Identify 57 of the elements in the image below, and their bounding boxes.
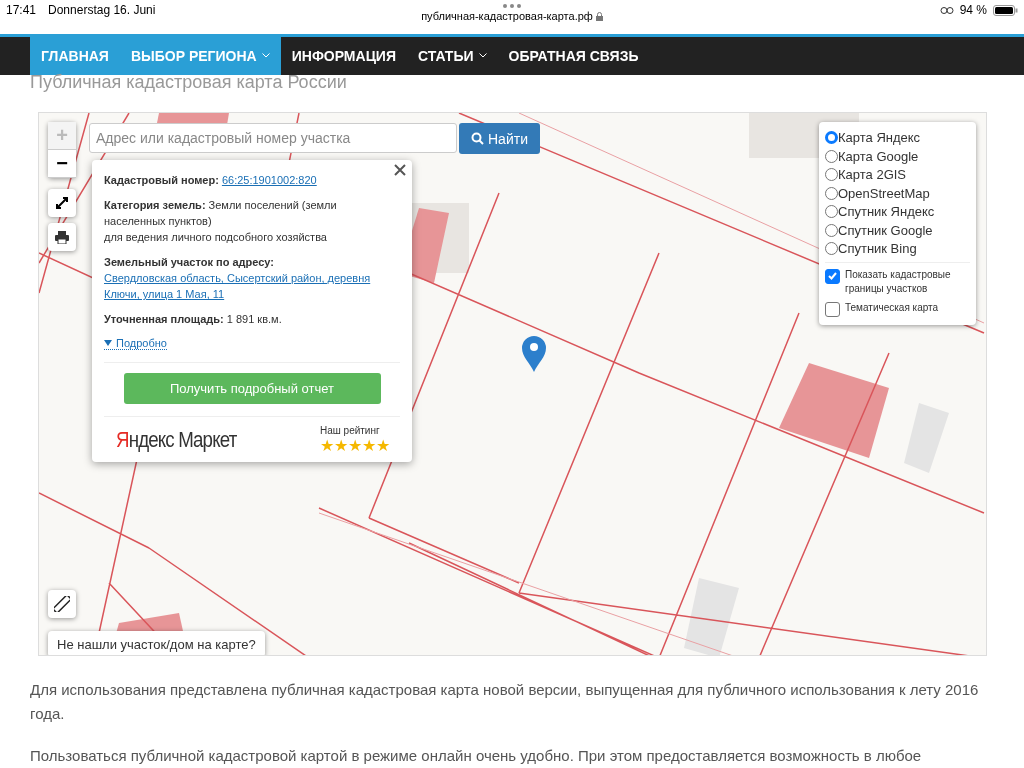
lock-icon: [595, 11, 603, 21]
layer-option[interactable]: Спутник Яндекс: [825, 202, 970, 221]
search-field[interactable]: Адрес или кадастровый номер участка: [89, 123, 457, 154]
layer-option[interactable]: OpenStreetMap: [825, 183, 970, 203]
rating-label: Наш рейтинг: [320, 425, 381, 437]
expand-icon: [55, 196, 69, 211]
field-label: Кадастровый номер:: [104, 174, 219, 187]
star-icon: ★: [348, 438, 362, 455]
more-icon: [503, 4, 521, 8]
layer-option[interactable]: Карта 2GIS: [825, 165, 970, 184]
address-link[interactable]: Свердловская область, Сысертский район, деревня Ключи, улица 1 Мая, 11: [104, 270, 400, 303]
ruler-button[interactable]: [48, 590, 76, 619]
address-bar-url[interactable]: публичная-кадастровая-карта.рф: [421, 10, 593, 22]
printer-icon: [55, 230, 69, 244]
nav-item[interactable]: ИНФОРМАЦИЯ: [280, 36, 407, 75]
checkbox-option[interactable]: Тематическая карта: [825, 300, 970, 317]
info-text: Уточненная площадь: 1 891 кв.м.: [104, 312, 283, 328]
layer-option[interactable]: Карта Google: [825, 146, 970, 166]
close-icon: [394, 164, 406, 177]
find-button[interactable]: Найти: [459, 123, 540, 155]
layer-option[interactable]: Спутник Bing: [825, 239, 970, 258]
layer-option[interactable]: Карта Яндекс: [825, 128, 970, 147]
star-icon: ★: [362, 438, 376, 455]
triangle-icon: [104, 340, 112, 347]
close-button[interactable]: [394, 164, 406, 177]
paragraph: Для использования представлена публичная кадастровая карта новой версии, выпущенная для публичного использования к лету 2016 года.: [30, 680, 980, 724]
map-marker-icon[interactable]: [521, 335, 547, 374]
radio-icon[interactable]: [825, 131, 838, 145]
battery-icon: [993, 4, 1018, 16]
star-icon: ★: [320, 438, 334, 455]
page-title: Публичная кадастровая карта России: [29, 74, 348, 94]
checkbox[interactable]: [825, 268, 840, 284]
paragraph: Пользоваться публичной кадастровой картой в режиме онлайн очень удобно. При этом предоставляется возможность в любое: [30, 746, 923, 766]
ruler-icon: [54, 596, 70, 613]
star-icon: ★: [376, 438, 390, 455]
market-logo: Яндекс Маркет: [116, 426, 237, 453]
nav-item[interactable]: ОБРАТНАЯ СВЯЗЬ: [497, 36, 650, 75]
battery-percent: 94 %: [959, 3, 987, 17]
info-text: Категория земель: Земли поселений (земли населенных пунктов): [104, 198, 338, 230]
star-icon: ★: [334, 438, 348, 455]
search-icon: [471, 132, 484, 146]
fullscreen-button[interactable]: [48, 189, 76, 218]
checkbox[interactable]: [825, 301, 840, 317]
details-link[interactable]: Подробно: [104, 337, 167, 351]
field-label: Земельный участок по адресу:: [104, 256, 274, 269]
layer-option[interactable]: Спутник Google: [825, 220, 970, 240]
info-note: для ведения личного подсобного хозяйства: [104, 230, 328, 246]
checkbox-option[interactable]: Показать кадастровые границы участков: [825, 267, 970, 296]
cadastral-number-link[interactable]: 66:25:1901002:820: [221, 174, 317, 187]
checkmark-icon: [828, 272, 837, 281]
status-time: 17:41: [6, 3, 37, 17]
zoom-out-button[interactable]: −: [48, 150, 76, 179]
status-date: Donnerstag 16. Juni: [48, 3, 156, 17]
not-found-button[interactable]: Не нашли участок/дом на карте?: [48, 631, 265, 655]
glasses-icon: [939, 5, 954, 15]
nav-item[interactable]: СТАТЬИ: [407, 36, 498, 75]
print-button[interactable]: [48, 223, 76, 252]
